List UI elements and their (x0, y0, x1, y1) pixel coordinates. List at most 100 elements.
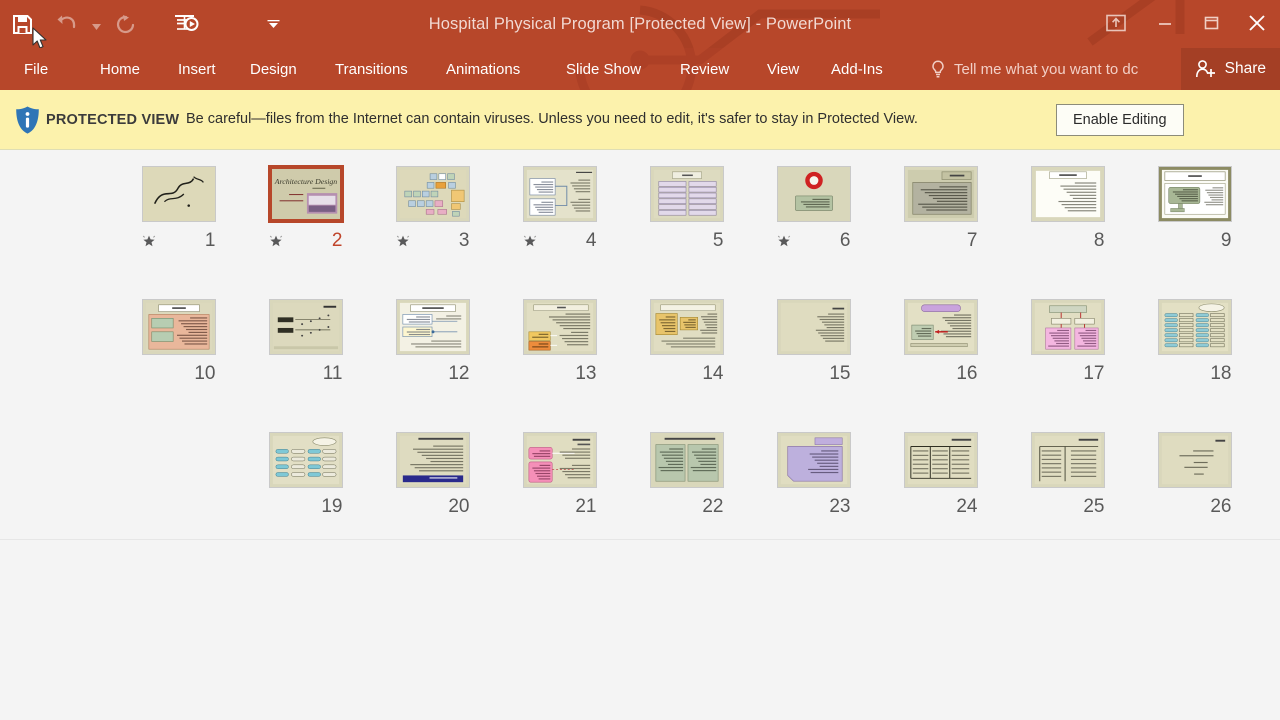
slide-thumbnail-image-24[interactable] (903, 432, 978, 488)
protected-view-label: PROTECTED VIEW (46, 111, 180, 128)
slide-thumbnail-14[interactable]: 14 (623, 299, 750, 432)
restore-button[interactable] (1188, 0, 1234, 46)
slide-thumbnail-image-25[interactable] (1030, 432, 1105, 488)
ribbon-display-options-button[interactable] (1090, 0, 1142, 46)
enable-editing-button[interactable]: Enable Editing (1056, 103, 1184, 136)
tab-add-ins[interactable]: Add-Ins (831, 48, 883, 90)
tab-view[interactable]: View (767, 48, 799, 90)
slide-thumbnail-7[interactable]: 7 (877, 166, 1004, 299)
slide-meta-26: 26 (1158, 497, 1231, 516)
slide-thumbnail-image-19[interactable] (268, 432, 343, 488)
slide-thumbnail-4[interactable]: 4 (496, 166, 623, 299)
start-from-beginning-button[interactable] (164, 4, 208, 44)
slide-preview-art (523, 300, 596, 354)
slide-number-9: 9 (1220, 230, 1232, 251)
slide-thumbnail-3[interactable]: 3 (369, 166, 496, 299)
slide-thumbnail-image-17[interactable] (1030, 299, 1105, 355)
tab-transitions[interactable]: Transitions (335, 48, 408, 90)
slide-thumbnail-image-13[interactable] (522, 299, 597, 355)
slide-thumbnail-image-23[interactable] (776, 432, 851, 488)
slide-meta-18: 18 (1158, 364, 1231, 383)
minimize-button[interactable] (1142, 0, 1188, 46)
slide-thumbnail-image-26[interactable] (1157, 432, 1232, 488)
slide-thumbnail-image-9[interactable] (1157, 166, 1232, 222)
slide-thumbnail-image-3[interactable] (395, 166, 470, 222)
slide-thumbnail-23[interactable]: 23 (750, 432, 877, 565)
slide-thumbnail-9[interactable]: 9 (1131, 166, 1258, 299)
slide-thumbnail-19[interactable]: 19 (242, 432, 369, 565)
slide-thumbnail-image-6[interactable] (776, 166, 851, 222)
slide-meta-20: 20 (396, 497, 469, 516)
undo-dropdown-button[interactable] (88, 4, 104, 44)
slide-preview-art (142, 167, 215, 221)
tab-animations[interactable]: Animations (446, 48, 520, 90)
share-label: Share (1224, 60, 1266, 77)
slide-meta-3: 3 (396, 231, 470, 250)
slide-thumbnail-image-5[interactable] (649, 166, 724, 222)
slide-thumbnail-22[interactable]: 22 (623, 432, 750, 565)
slide-sorter-pane[interactable]: 9 8 7 6 5 4 3 Architecture Design 2 1 18… (0, 150, 1280, 540)
slide-thumbnail-20[interactable]: 20 (369, 432, 496, 565)
slide-thumbnail-11[interactable]: 11 (242, 299, 369, 432)
tab-insert[interactable]: Insert (178, 48, 216, 90)
slide-meta-25: 25 (1031, 497, 1104, 516)
slide-preview-art (904, 433, 977, 487)
slide-thumbnail-6[interactable]: 6 (750, 166, 877, 299)
slide-thumbnail-image-14[interactable] (649, 299, 724, 355)
slide-thumbnail-2[interactable]: Architecture Design 2 (242, 165, 369, 299)
slide-preview-art (777, 300, 850, 354)
slide-thumbnail-16[interactable]: 16 (877, 299, 1004, 432)
close-button[interactable] (1234, 0, 1280, 46)
slide-thumbnail-1[interactable]: 1 (115, 166, 242, 299)
slide-thumbnail-5[interactable]: 5 (623, 166, 750, 299)
slide-thumbnail-image-10[interactable] (141, 299, 216, 355)
slide-meta-17: 17 (1031, 364, 1104, 383)
slide-thumbnail-image-11[interactable] (268, 299, 343, 355)
slide-thumbnail-17[interactable]: 17 (1004, 299, 1131, 432)
customize-quick-access-toolbar-button[interactable] (258, 4, 288, 44)
tab-home[interactable]: Home (100, 48, 140, 90)
slide-thumbnail-13[interactable]: 13 (496, 299, 623, 432)
tab-file[interactable]: File (24, 48, 48, 90)
animation-star-icon (269, 235, 282, 246)
slide-thumbnail-image-8[interactable] (1030, 166, 1105, 222)
slide-thumbnail-image-20[interactable] (395, 432, 470, 488)
tab-review[interactable]: Review (680, 48, 729, 90)
slide-thumbnail-18[interactable]: 18 (1131, 299, 1258, 432)
slide-thumbnail-image-18[interactable] (1157, 299, 1232, 355)
slide-row: 9 8 7 6 5 4 3 Architecture Design 2 1 (0, 165, 1280, 299)
slide-thumbnail-26[interactable]: 26 (1131, 432, 1258, 565)
tell-me-search[interactable]: Tell me what you want to dc (930, 48, 1180, 90)
slide-thumbnail-image-12[interactable] (395, 299, 470, 355)
slide-thumbnail-12[interactable]: 12 (369, 299, 496, 432)
slide-thumbnail-25[interactable]: 25 (1004, 432, 1131, 565)
redo-button[interactable] (104, 4, 148, 44)
share-button[interactable]: Share (1180, 48, 1280, 90)
slide-thumbnail-image-7[interactable] (903, 166, 978, 222)
slide-number-19: 19 (321, 496, 343, 517)
tab-design[interactable]: Design (250, 48, 297, 90)
slide-thumbnail-image-4[interactable] (522, 166, 597, 222)
slide-preview-art (269, 300, 342, 354)
slide-preview-art (777, 433, 850, 487)
slide-thumbnail-15[interactable]: 15 (750, 299, 877, 432)
slide-number-11: 11 (322, 363, 343, 384)
slide-preview-art (1158, 300, 1231, 354)
slide-meta-1: 1 (142, 231, 216, 250)
slide-thumbnail-8[interactable]: 8 (1004, 166, 1131, 299)
slide-thumbnail-image-15[interactable] (776, 299, 851, 355)
slide-thumbnail-21[interactable]: 21 (496, 432, 623, 565)
slide-thumbnail-image-16[interactable] (903, 299, 978, 355)
slide-meta-12: 12 (396, 364, 469, 383)
undo-button[interactable] (44, 4, 88, 44)
redo-icon (116, 15, 135, 34)
slide-meta-14: 14 (650, 364, 723, 383)
slide-thumbnail-image-1[interactable] (141, 166, 216, 222)
slide-thumbnail-24[interactable]: 24 (877, 432, 1004, 565)
slide-thumbnail-image-22[interactable] (649, 432, 724, 488)
slide-row: 26 25 24 23 22 21 20 19 (0, 432, 1280, 565)
slide-thumbnail-image-21[interactable] (522, 432, 597, 488)
slide-thumbnail-image-2[interactable]: Architecture Design (267, 165, 344, 223)
slide-thumbnail-10[interactable]: 10 (115, 299, 242, 432)
tab-slide-show[interactable]: Slide Show (566, 48, 641, 90)
